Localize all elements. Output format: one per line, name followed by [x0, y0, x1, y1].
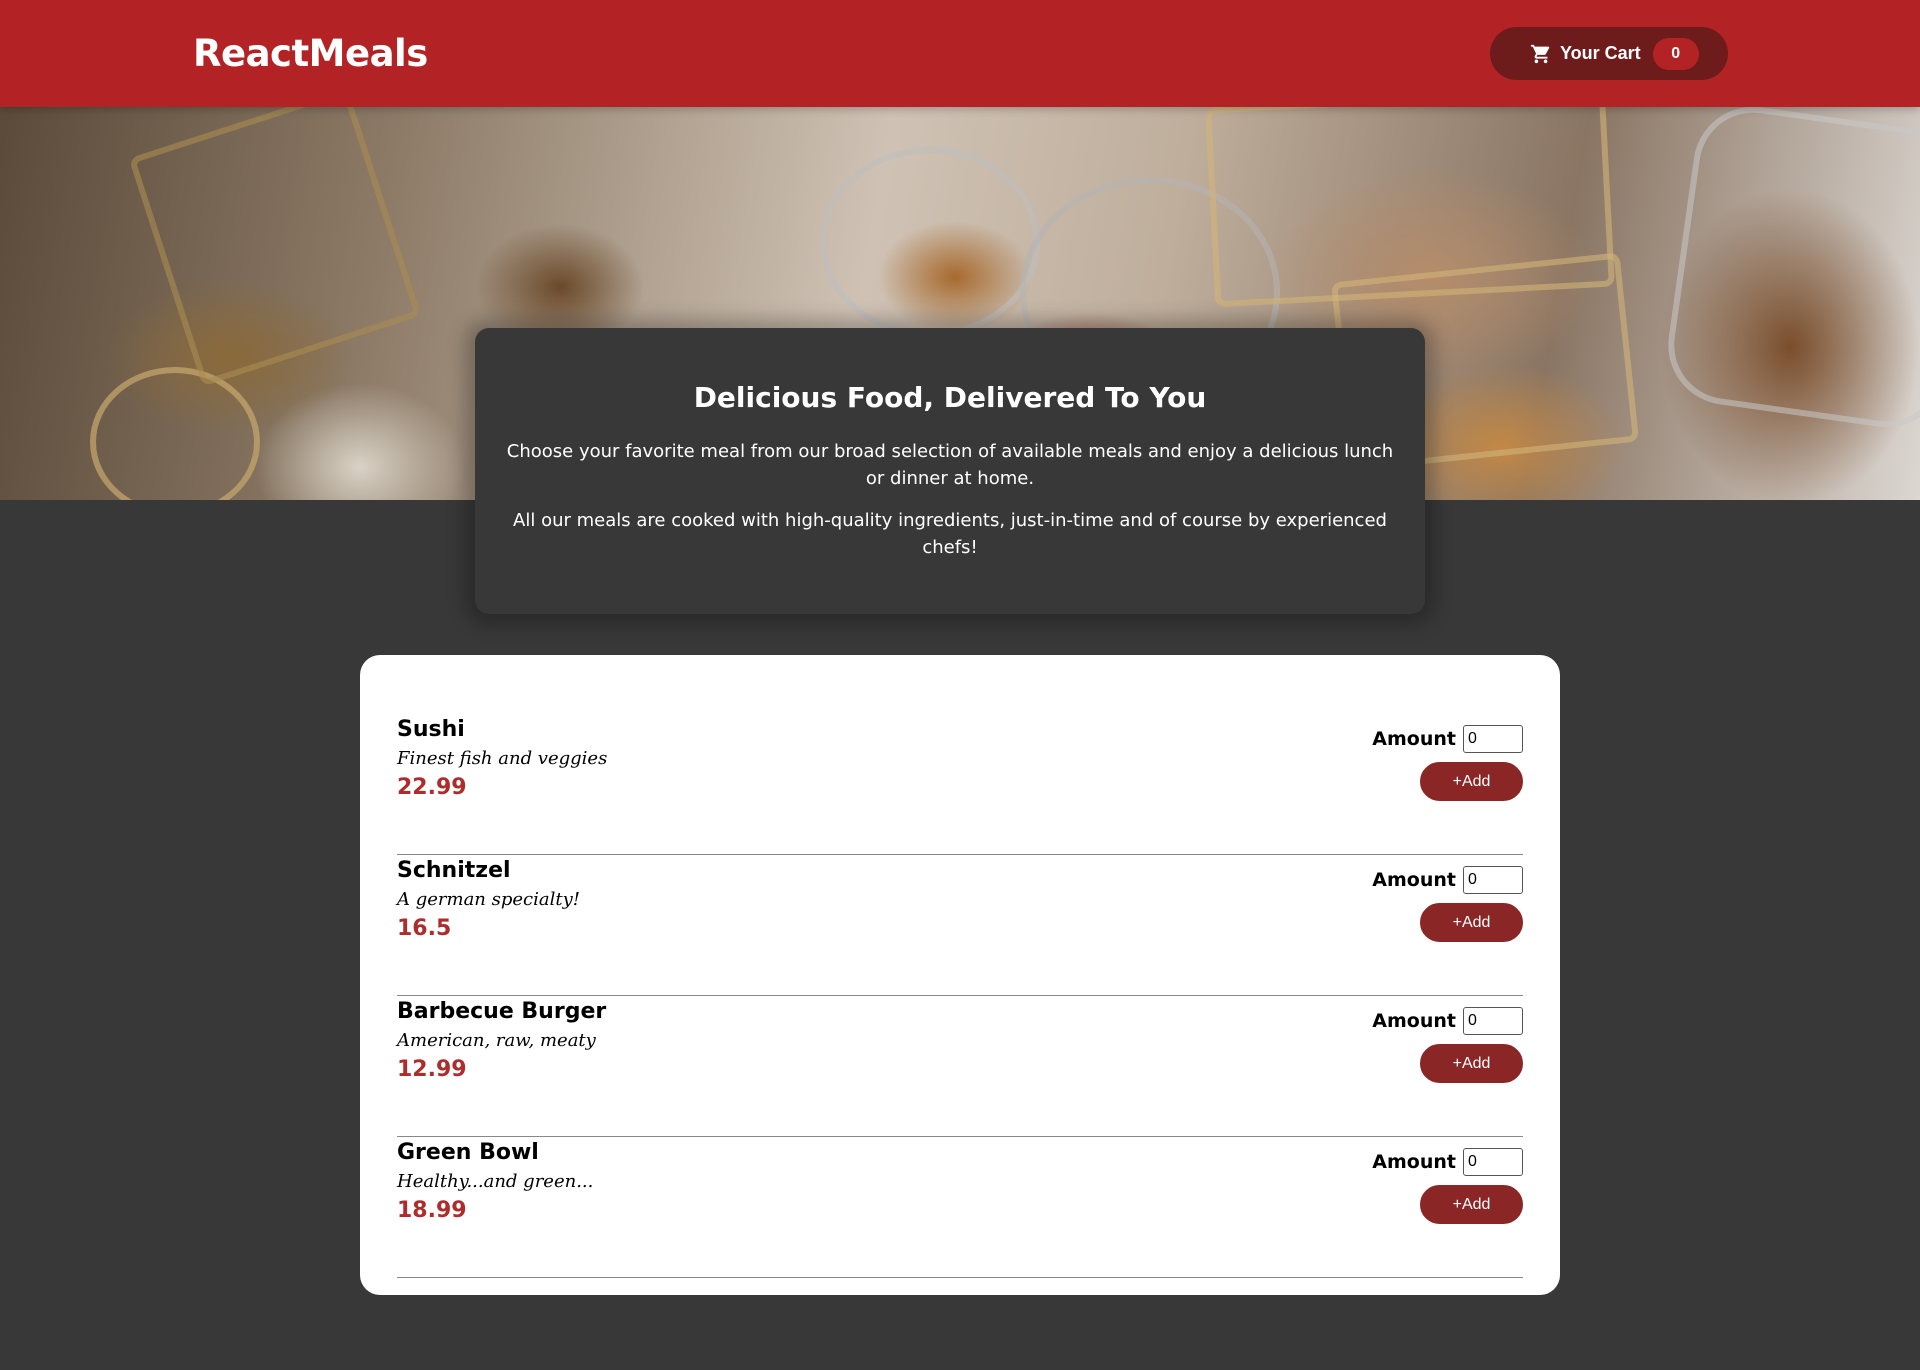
- meal-item: Sushi Finest fish and veggies 22.99 Amou…: [397, 715, 1523, 855]
- add-button[interactable]: +Add: [1420, 762, 1523, 801]
- meal-form: Amount +Add: [1372, 866, 1523, 942]
- meal-info: Barbecue Burger American, raw, meaty 12.…: [397, 997, 606, 1085]
- hero-tray: [1660, 107, 1920, 436]
- meal-description: American, raw, meaty: [397, 1030, 596, 1051]
- meal-price: 12.99: [397, 1057, 467, 1082]
- amount-row: Amount: [1372, 866, 1523, 894]
- cart-icon: [1530, 43, 1552, 65]
- add-button[interactable]: +Add: [1420, 1044, 1523, 1083]
- summary-paragraph: Choose your favorite meal from our broad…: [506, 441, 1394, 489]
- meal-description: A german specialty!: [397, 889, 580, 910]
- amount-label: Amount: [1372, 1010, 1456, 1032]
- amount-input[interactable]: [1463, 866, 1523, 894]
- summary-title: Delicious Food, Delivered To You: [693, 381, 1207, 414]
- amount-row: Amount: [1372, 725, 1523, 753]
- meal-form: Amount +Add: [1372, 1148, 1523, 1224]
- meal-name: Barbecue Burger: [397, 999, 607, 1024]
- amount-label: Amount: [1372, 869, 1456, 891]
- meal-name: Schnitzel: [397, 858, 511, 883]
- amount-input[interactable]: [1463, 725, 1523, 753]
- app-header: ReactMeals Your Cart 0: [0, 0, 1920, 107]
- hero-dish: [820, 147, 1040, 337]
- hero-dish: [90, 367, 260, 500]
- meal-price: 18.99: [397, 1198, 467, 1223]
- meal-price: 22.99: [397, 775, 467, 800]
- cart-label: Your Cart: [1560, 43, 1641, 63]
- meal-form: Amount +Add: [1372, 725, 1523, 801]
- cart-count-badge: 0: [1652, 37, 1699, 70]
- meal-name: Green Bowl: [397, 1140, 539, 1165]
- amount-input[interactable]: [1463, 1007, 1523, 1035]
- meal-item: Green Bowl Healthy...and green... 18.99 …: [397, 1138, 1523, 1278]
- meal-description: Finest fish and veggies: [397, 748, 608, 769]
- cart-button[interactable]: Your Cart 0: [1490, 27, 1728, 80]
- amount-input[interactable]: [1463, 1148, 1523, 1176]
- app-logo: ReactMeals: [193, 32, 428, 75]
- meal-description: Healthy...and green...: [397, 1171, 594, 1192]
- amount-label: Amount: [1372, 728, 1456, 750]
- hero-tray: [128, 107, 422, 387]
- meal-info: Schnitzel A german specialty! 16.5: [397, 856, 580, 944]
- summary-paragraph: All our meals are cooked with high-quali…: [513, 510, 1387, 558]
- amount-row: Amount: [1372, 1007, 1523, 1035]
- add-button[interactable]: +Add: [1420, 1185, 1523, 1224]
- meal-info: Sushi Finest fish and veggies 22.99: [397, 715, 607, 803]
- meals-summary: Delicious Food, Delivered To You Choose …: [475, 328, 1425, 614]
- meal-item: Schnitzel A german specialty! 16.5 Amoun…: [397, 856, 1523, 996]
- meal-name: Sushi: [397, 717, 465, 742]
- add-button[interactable]: +Add: [1420, 903, 1523, 942]
- meal-item: Barbecue Burger American, raw, meaty 12.…: [397, 997, 1523, 1137]
- amount-label: Amount: [1372, 1151, 1456, 1173]
- meals-list: Sushi Finest fish and veggies 22.99 Amou…: [360, 655, 1560, 1295]
- meal-form: Amount +Add: [1372, 1007, 1523, 1083]
- meal-info: Green Bowl Healthy...and green... 18.99: [397, 1138, 593, 1226]
- amount-row: Amount: [1372, 1148, 1523, 1176]
- meal-price: 16.5: [397, 916, 452, 941]
